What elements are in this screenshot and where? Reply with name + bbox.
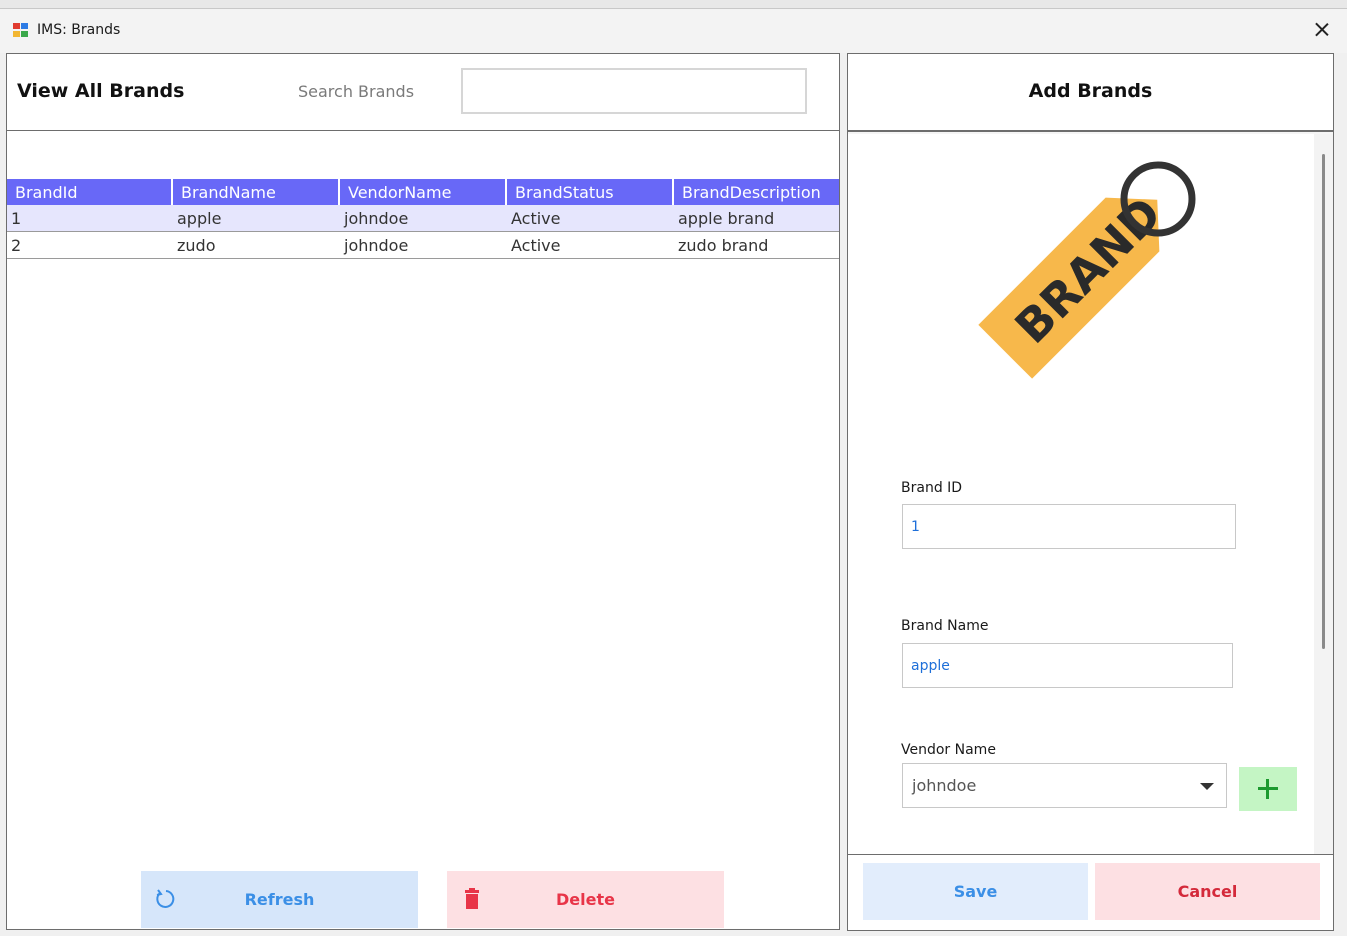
brand-tag-text: BRAND — [1005, 186, 1172, 353]
search-brands-input[interactable] — [461, 68, 807, 114]
cancel-button[interactable]: Cancel — [1095, 863, 1320, 920]
add-brands-header: Add Brands — [848, 54, 1333, 132]
title-bar: IMS: Brands — [0, 9, 1347, 53]
refresh-label: Refresh — [244, 890, 315, 909]
table-row[interactable]: 2 zudo johndoe Active zudo brand — [7, 232, 839, 259]
add-brands-form: BRAND Brand ID 1 Brand Name apple Vendor… — [848, 134, 1314, 854]
table-cell: 1 — [11, 208, 22, 228]
table-row[interactable]: 1 apple johndoe Active apple brand — [7, 205, 839, 232]
table-cell: Active — [511, 208, 561, 228]
brands-window: IMS: Brands View All Brands Search Brand… — [0, 8, 1347, 936]
add-brands-panel: Add Brands BRAND Brand ID 1 Brand Name a… — [847, 53, 1334, 931]
window-title: IMS: Brands — [37, 22, 121, 38]
brand-tag-image: BRAND — [978, 161, 1196, 379]
table-cell: Active — [511, 235, 561, 255]
table-cell: apple brand — [678, 208, 775, 228]
delete-button[interactable]: Delete — [447, 871, 724, 928]
brand-id-field[interactable]: 1 — [902, 504, 1236, 549]
vendor-name-select[interactable]: johndoe — [902, 763, 1227, 808]
view-brands-panel: View All Brands Search Brands BrandId Br… — [6, 53, 840, 930]
brand-name-label: Brand Name — [901, 618, 989, 634]
form-footer: Save Cancel — [848, 854, 1333, 930]
form-scrollbar[interactable] — [1314, 134, 1333, 854]
save-button[interactable]: Save — [863, 863, 1088, 920]
table-cell: 2 — [11, 235, 22, 255]
vendor-name-value: johndoe — [912, 776, 977, 795]
column-header[interactable]: BrandStatus — [507, 179, 674, 205]
app-icon — [13, 23, 30, 38]
cancel-label: Cancel — [1177, 882, 1238, 901]
delete-label: Delete — [556, 890, 615, 909]
column-header[interactable]: BrandName — [173, 179, 340, 205]
close-icon[interactable] — [1309, 17, 1335, 43]
save-label: Save — [953, 882, 998, 901]
add-brands-title: Add Brands — [1028, 80, 1153, 102]
add-vendor-button[interactable] — [1239, 767, 1297, 811]
table-cell: johndoe — [344, 208, 409, 228]
view-brands-header: View All Brands Search Brands — [7, 54, 839, 131]
table-cell: johndoe — [344, 235, 409, 255]
table-cell: apple — [177, 208, 222, 228]
table-cell: zudo brand — [678, 235, 769, 255]
view-brands-title: View All Brands — [17, 80, 185, 102]
vendor-name-label: Vendor Name — [901, 742, 996, 758]
brands-grid[interactable]: BrandId BrandName VendorName BrandStatus… — [7, 179, 839, 259]
grid-header-row: BrandId BrandName VendorName BrandStatus… — [7, 179, 839, 205]
column-header[interactable]: BrandDescription — [674, 179, 839, 205]
chevron-down-icon[interactable] — [1200, 783, 1214, 790]
search-brands-label: Search Brands — [298, 82, 415, 101]
column-header[interactable]: BrandId — [7, 179, 173, 205]
refresh-button[interactable]: Refresh — [141, 871, 418, 928]
column-header[interactable]: VendorName — [340, 179, 507, 205]
brand-name-field[interactable]: apple — [902, 643, 1233, 688]
table-cell: zudo — [177, 235, 216, 255]
grid-body: 1 apple johndoe Active apple brand 2 zud… — [7, 205, 839, 259]
brand-id-label: Brand ID — [901, 480, 963, 496]
scrollbar-thumb[interactable] — [1322, 154, 1325, 649]
